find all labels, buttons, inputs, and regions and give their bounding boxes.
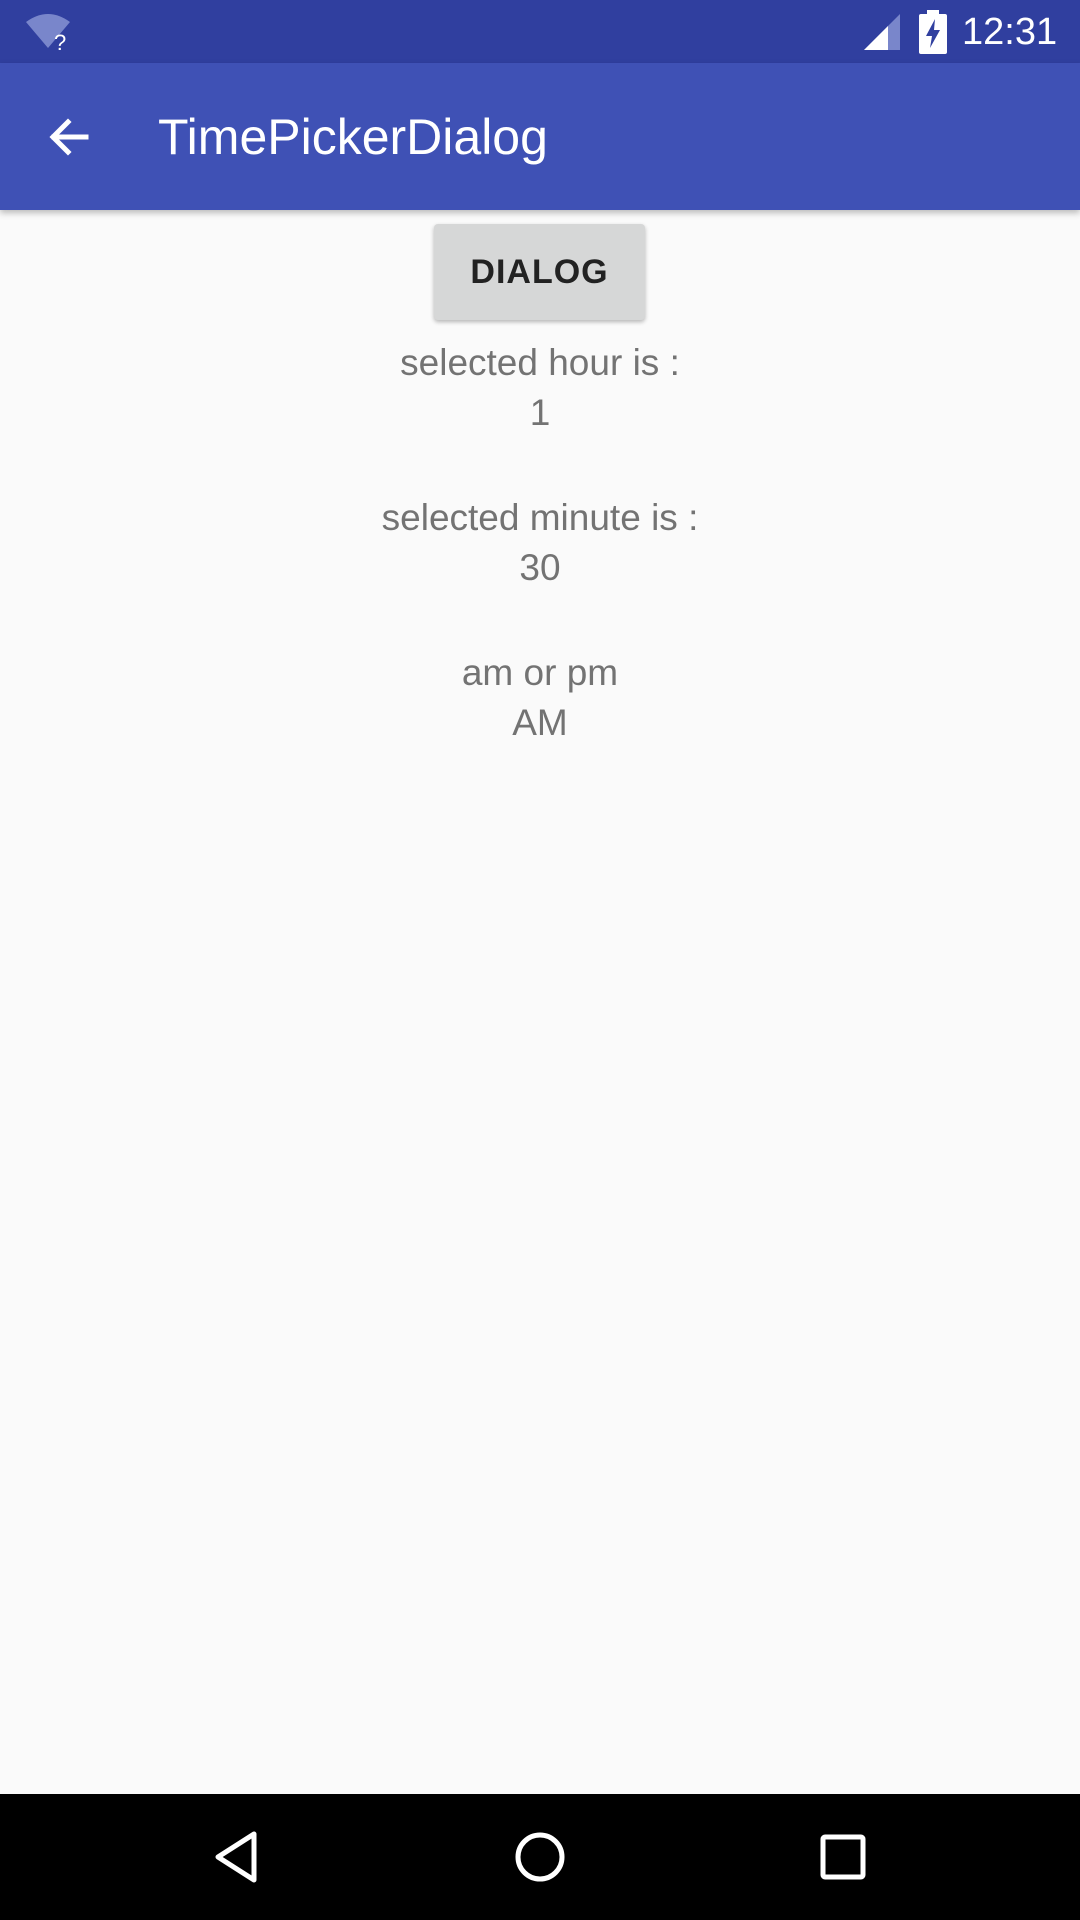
wifi-unknown-icon: ? [26, 14, 70, 52]
minute-value: 30 [519, 547, 561, 588]
ampm-label: am or pm [461, 652, 619, 693]
page-title: TimePickerDialog [158, 109, 548, 165]
status-clock: 12:31 [962, 11, 1058, 53]
status-bar: ? 12:31 [0, 0, 1080, 63]
home-circle-icon[interactable] [507, 1824, 573, 1890]
recents-square-icon[interactable] [810, 1824, 876, 1890]
dialog-button[interactable]: DIALOG [434, 224, 645, 320]
hour-value: 1 [529, 392, 551, 433]
arrow-back-icon[interactable] [42, 109, 98, 165]
back-triangle-icon[interactable] [204, 1824, 270, 1890]
main-content: DIALOG selected hour is : 1 selected min… [0, 210, 1080, 1794]
ampm-value: AM [512, 702, 568, 743]
navigation-bar [0, 1794, 1080, 1920]
hour-label: selected hour is : [400, 342, 680, 383]
signal-icon [864, 14, 900, 50]
app-bar: TimePickerDialog [0, 63, 1080, 210]
minute-label: selected minute is : [381, 497, 699, 538]
svg-text:?: ? [54, 30, 66, 52]
battery-charging-icon [919, 10, 947, 54]
